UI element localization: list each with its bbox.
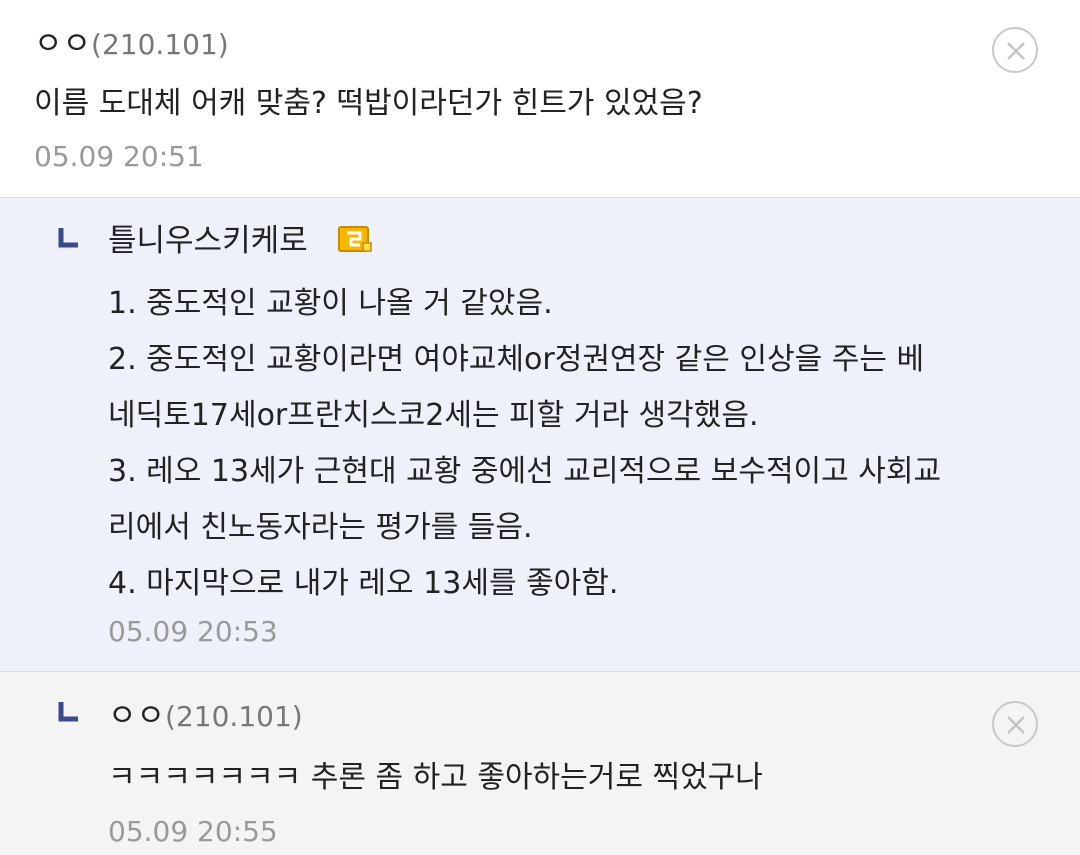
reply-item: ㅇㅇ(210.101) ㅋㅋㅋㅋㅋㅋㅋ 추론 좀 하고 좋아하는거로 찍었구나 …	[0, 672, 1080, 855]
comment-timestamp: 05.09 20:51	[34, 140, 204, 173]
comment-text-line: 네딕토17세or프란치스코2세는 피할 거라 생각했음.	[108, 398, 759, 433]
comment-text: 이름 도대체 어캐 맞춤? 떡밥이라던가 힌트가 있었음?	[34, 86, 703, 121]
comment-author[interactable]: ㅇㅇ(210.101)	[108, 696, 303, 737]
author-nick[interactable]: 틀니우스키케로	[108, 223, 308, 259]
reply-arrow-icon	[58, 702, 78, 722]
comment-text-line: 리에서 친노동자라는 평가를 들음.	[108, 510, 533, 545]
comment-item: ㅇㅇ(210.101) 이름 도대체 어캐 맞춤? 떡밥이라던가 힌트가 있었음…	[0, 0, 1080, 198]
comment-author[interactable]: 틀니우스키케로	[108, 221, 308, 261]
comment-text-line: 4. 마지막으로 내가 레오 13세를 좋아함.	[108, 566, 619, 601]
gallery-badge-icon	[338, 226, 372, 252]
delete-comment-button[interactable]	[992, 701, 1038, 747]
author-ip: (210.101)	[165, 700, 303, 733]
comment-timestamp: 05.09 20:55	[108, 815, 278, 848]
author-ip: (210.101)	[91, 28, 229, 61]
author-nick[interactable]: ㅇㅇ	[108, 698, 165, 734]
delete-comment-button[interactable]	[992, 27, 1038, 73]
comment-text-line: 3. 레오 13세가 근현대 교황 중에선 교리적으로 보수적이고 사회교	[108, 454, 942, 489]
reply-arrow-icon	[58, 228, 78, 248]
comment-text: ㅋㅋㅋㅋㅋㅋㅋ 추론 좀 하고 좋아하는거로 찍었구나	[108, 760, 763, 795]
comment-timestamp: 05.09 20:53	[108, 615, 278, 648]
close-icon	[1007, 716, 1025, 734]
reply-item: 틀니우스키케로 1. 중도적인 교황이 나올 거 같았음. 2. 중도적인 교황…	[0, 198, 1080, 671]
close-icon	[1007, 42, 1025, 60]
comment-text-line: 2. 중도적인 교황이라면 여야교체or정권연장 같은 인상을 주는 베	[108, 342, 925, 377]
author-nick[interactable]: ㅇㅇ	[34, 26, 91, 62]
comment-author[interactable]: ㅇㅇ(210.101)	[34, 24, 229, 65]
comment-text-line: 1. 중도적인 교황이 나올 거 같았음.	[108, 286, 553, 321]
